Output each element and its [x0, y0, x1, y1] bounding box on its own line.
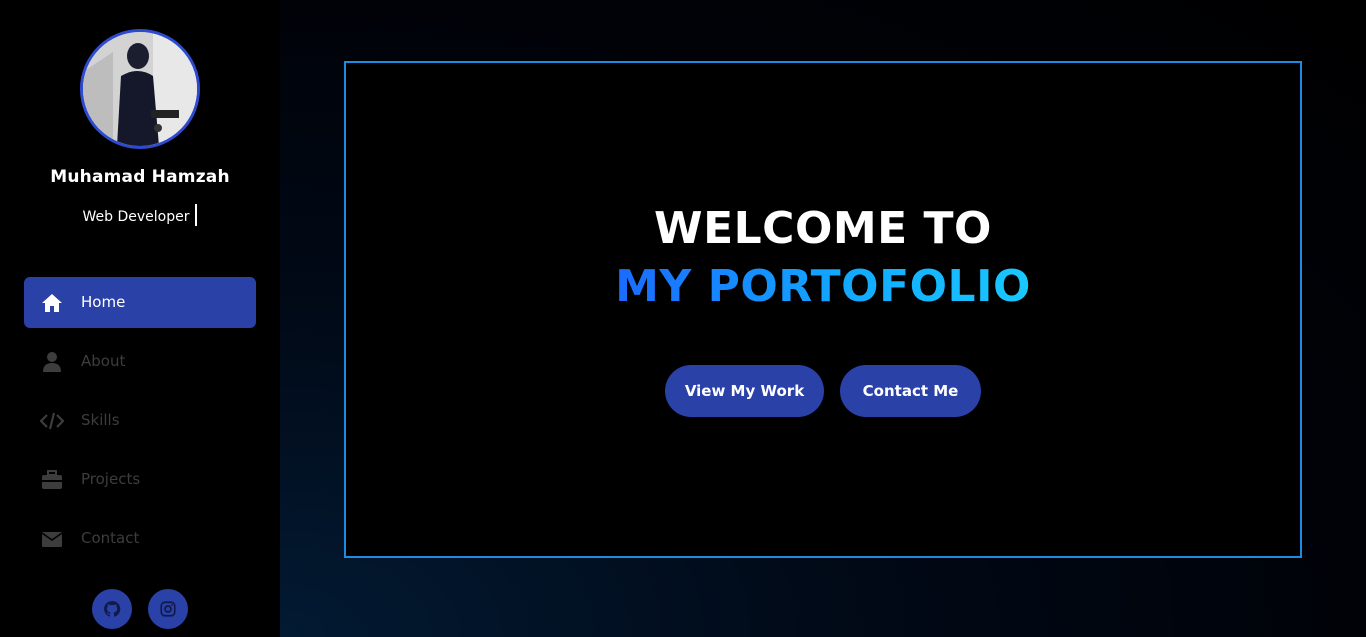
sidebar-item-label: Home: [81, 293, 126, 311]
user-icon: [40, 350, 64, 374]
contact-me-button[interactable]: Contact Me: [840, 365, 981, 417]
main-content: WELCOME TO MY PORTOFOLIO View My Work Co…: [280, 0, 1366, 637]
sidebar-item-label: Skills: [81, 411, 120, 429]
instagram-button[interactable]: [148, 589, 188, 629]
social-links: [92, 589, 212, 629]
sidebar-item-contact[interactable]: Contact: [24, 513, 256, 564]
profile-name: Muhamad Hamzah: [50, 167, 230, 187]
instagram-icon: [160, 601, 176, 617]
briefcase-icon: [40, 468, 64, 492]
sidebar-item-projects[interactable]: Projects: [24, 454, 256, 505]
github-button[interactable]: [92, 589, 132, 629]
hero-actions: View My Work Contact Me: [665, 365, 985, 417]
profile-role-text: Web Developer: [82, 209, 190, 225]
sidebar-item-home[interactable]: Home: [24, 277, 256, 328]
profile-role: Web Developer: [0, 204, 280, 226]
hero-title-line1: WELCOME TO: [654, 203, 992, 254]
avatar: [80, 29, 200, 149]
hero-section: WELCOME TO MY PORTOFOLIO View My Work Co…: [344, 61, 1302, 558]
sidebar: Muhamad Hamzah Web Developer Home About …: [0, 0, 280, 637]
code-icon: [40, 409, 64, 433]
sidebar-nav: Home About Skills Projects Contact: [24, 277, 256, 572]
sidebar-item-label: Contact: [81, 529, 140, 547]
sidebar-item-label: Projects: [81, 470, 141, 488]
sidebar-item-about[interactable]: About: [24, 336, 256, 387]
hero-title-highlight: MY PORTOFOLIO: [615, 261, 1031, 312]
hero-title-line2: MY PORTOFOLIO: [346, 261, 1300, 312]
sidebar-item-skills[interactable]: Skills: [24, 395, 256, 446]
sidebar-item-label: About: [81, 352, 126, 370]
home-icon: [40, 291, 64, 315]
view-my-work-button[interactable]: View My Work: [665, 365, 824, 417]
typing-caret: [195, 204, 198, 226]
portfolio-page: Muhamad Hamzah Web Developer Home About …: [0, 0, 1366, 637]
github-icon: [104, 601, 121, 617]
envelope-icon: [40, 527, 64, 551]
